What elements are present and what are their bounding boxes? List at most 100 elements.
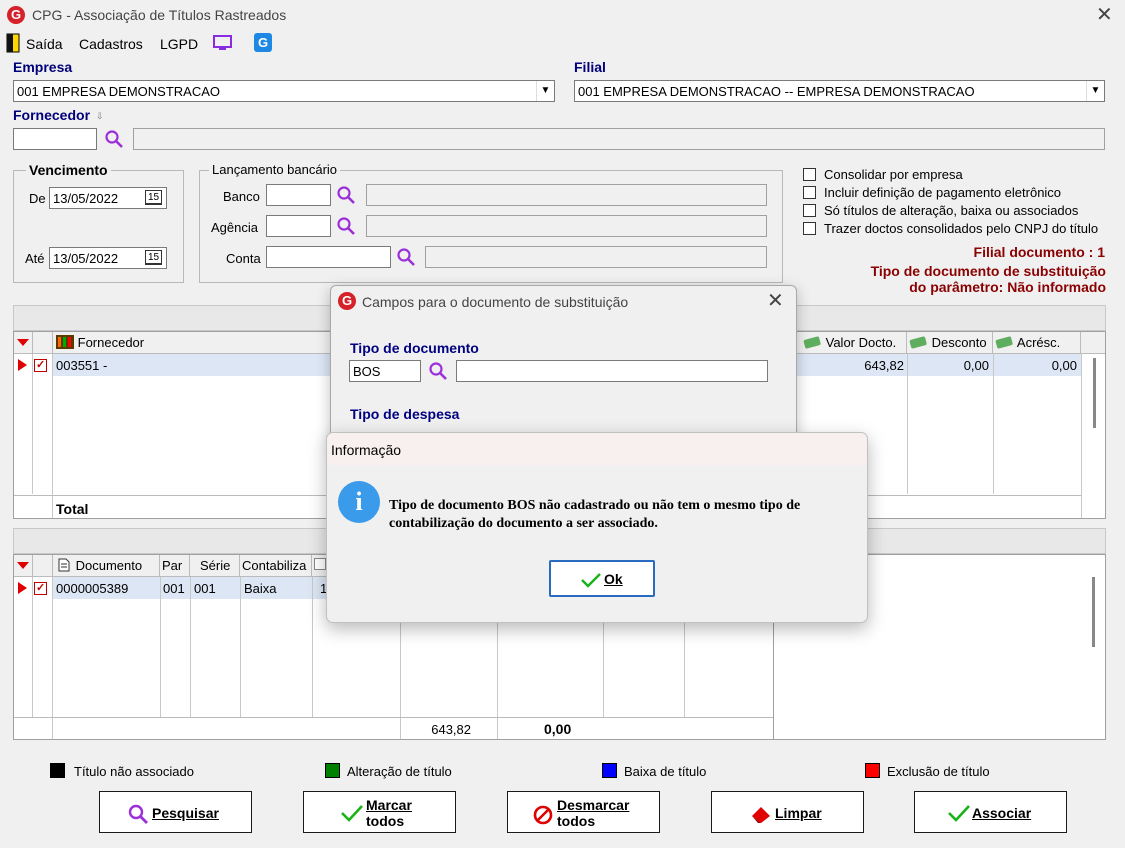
row-pointer-icon <box>18 582 27 597</box>
ate-label: Até <box>25 251 45 266</box>
filial-select[interactable]: 001 EMPRESA DEMONSTRACAO -- EMPRESA DEMO… <box>574 80 1105 102</box>
messagebox-title: Informação <box>331 442 402 458</box>
desconto-column-header[interactable]: Desconto <box>907 332 993 354</box>
calendar-icon[interactable]: 15 <box>145 190 162 205</box>
legend-blue-swatch <box>602 763 617 778</box>
limpar-label: Limpar <box>775 805 822 821</box>
substituicao-title: Campos para o documento de substituição <box>362 294 629 310</box>
substituicao-dialog: G Campos para o documento de substituiçã… <box>330 285 797 445</box>
close-icon[interactable]: ✕ <box>1096 5 1113 25</box>
empresa-value: 001 EMPRESA DEMONSTRACAO <box>17 84 220 99</box>
fornecedor-column-header[interactable]: Fornecedor <box>53 332 333 354</box>
chevron-down-icon[interactable]: ▼ <box>536 81 554 101</box>
banco-input[interactable] <box>266 184 331 206</box>
money-icon <box>995 335 1014 349</box>
row-documento: 0000005389 <box>56 581 129 596</box>
desconto-header-label: Desconto <box>931 335 987 350</box>
ate-date-value: 13/05/2022 <box>53 251 119 266</box>
exit-icon[interactable] <box>6 33 20 53</box>
lancamento-title: Lançamento bancário <box>209 162 341 177</box>
app-logo-icon: G <box>338 292 356 310</box>
table-icon <box>56 335 74 349</box>
trazer-doctos-label: Trazer doctos consolidados pelo CNPJ do … <box>824 221 1099 236</box>
money-icon <box>909 335 928 349</box>
agencia-input[interactable] <box>266 215 331 237</box>
filial-label: Filial <box>574 59 606 75</box>
grid-line <box>32 577 33 717</box>
row-contabiliza: Baixa <box>244 581 277 596</box>
par-column-header[interactable]: Par <box>160 555 190 577</box>
contabiliza-header-label: Contabiliza <box>242 558 307 573</box>
legend-alteracao: Alteração de título <box>347 764 452 779</box>
vertical-scrollbar[interactable] <box>1093 358 1096 428</box>
sort-indicator-cell <box>14 555 33 577</box>
app-logo-icon: G <box>7 6 25 24</box>
fornecedor-code-input[interactable] <box>13 128 97 150</box>
legend-baixa: Baixa de título <box>624 764 707 779</box>
tipo-documento-input[interactable]: BOS <box>349 360 421 382</box>
row-checkbox[interactable] <box>34 581 47 595</box>
menu-saida[interactable]: Saída <box>26 36 63 52</box>
grid-line <box>1081 354 1082 518</box>
check-icon <box>341 805 363 822</box>
consolidar-label: Consolidar por empresa <box>824 167 963 182</box>
row-checkbox[interactable] <box>34 358 47 372</box>
ok-label: Ok <box>604 571 623 587</box>
conta-name-field <box>425 246 767 268</box>
desmarcar-label-2: todos <box>557 813 596 829</box>
valor-column-header[interactable]: Valor Docto. <box>801 332 907 354</box>
info-icon: i <box>338 481 380 523</box>
search-icon[interactable] <box>396 247 416 270</box>
sort-down-icon: ⇩ <box>96 111 104 121</box>
search-icon[interactable] <box>336 216 356 239</box>
search-icon[interactable] <box>336 185 356 208</box>
filial-value: 001 EMPRESA DEMONSTRACAO -- EMPRESA DEMO… <box>578 84 975 99</box>
message-line1: Tipo de documento BOS não cadastrado ou … <box>389 498 801 513</box>
agencia-label: Agência <box>211 220 258 235</box>
tipo-substituicao-line2: do parâmetro: Não informado <box>909 279 1106 295</box>
title-bar: G CPG - Associação de Títulos Rastreados… <box>0 0 1125 30</box>
associar-button[interactable]: Associar <box>914 791 1067 833</box>
marcar-label-1: Marcar <box>366 797 412 813</box>
pagamento-eletronico-checkbox[interactable] <box>803 186 816 199</box>
grid-line <box>190 577 191 717</box>
grid-line <box>14 717 773 718</box>
search-icon[interactable] <box>428 361 448 384</box>
information-messagebox: Informação i Tipo de documento BOS não c… <box>326 432 868 623</box>
empresa-select[interactable]: 001 EMPRESA DEMONSTRACAO ▼ <box>13 80 555 102</box>
menu-lgpd[interactable]: LGPD <box>160 36 198 52</box>
chevron-down-icon[interactable]: ▼ <box>1086 81 1104 101</box>
tipo-documento-label: Tipo de documento <box>350 340 479 356</box>
prohibited-icon <box>533 805 553 825</box>
conta-input[interactable] <box>266 246 391 268</box>
acresc-column-header[interactable]: Acrésc. <box>993 332 1081 354</box>
serie-column-header[interactable]: Série <box>190 555 240 577</box>
consolidar-checkbox[interactable] <box>803 168 816 181</box>
desmarcar-todos-button[interactable]: Desmarcar todos <box>507 791 660 833</box>
marcar-todos-button[interactable]: Marcar todos <box>303 791 456 833</box>
calendar-icon[interactable]: 15 <box>145 250 162 265</box>
so-titulos-checkbox[interactable] <box>803 204 816 217</box>
vertical-scrollbar[interactable] <box>1092 577 1095 647</box>
check-icon <box>581 573 601 588</box>
limpar-button[interactable]: Limpar <box>711 791 864 833</box>
monitor-icon[interactable] <box>212 34 234 52</box>
trazer-doctos-checkbox[interactable] <box>803 222 816 235</box>
agencia-name-field <box>366 215 767 237</box>
de-label: De <box>29 191 46 206</box>
search-icon[interactable] <box>104 129 124 152</box>
grid-line <box>907 354 908 494</box>
menu-cadastros[interactable]: Cadastros <box>79 36 143 52</box>
ok-button[interactable]: Ok <box>549 560 655 597</box>
message-line2: contabilização do documento a ser associ… <box>389 516 658 531</box>
row-serie: 001 <box>194 581 216 596</box>
close-icon[interactable]: ✕ <box>767 291 784 311</box>
grid-line <box>52 577 53 739</box>
documento-column-header[interactable]: Documento <box>53 555 160 577</box>
contabiliza-column-header[interactable]: Contabiliza <box>240 555 312 577</box>
associar-label: Associar <box>972 805 1032 821</box>
window-title: CPG - Associação de Títulos Rastreados <box>32 7 287 23</box>
app-g-icon[interactable]: G <box>254 33 272 52</box>
pesquisar-button[interactable]: Pesquisar <box>99 791 252 833</box>
vencimento-title: Vencimento <box>26 162 111 178</box>
